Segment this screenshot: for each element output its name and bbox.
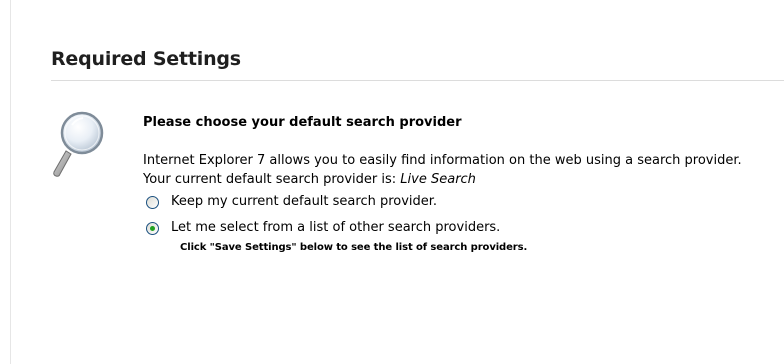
left-divider	[10, 0, 11, 364]
magnifier-icon	[53, 111, 104, 177]
search-provider-description: Internet Explorer 7 allows you to easily…	[143, 153, 742, 168]
top-mark: ˇ	[120, 0, 126, 8]
current-provider-value: Live Search	[400, 172, 476, 187]
current-provider-line: Your current default search provider is:…	[143, 170, 773, 189]
search-provider-panel: Please choose your default search provid…	[143, 113, 773, 255]
keep-current-provider-label[interactable]: Keep my current default search provider.	[171, 194, 437, 210]
keep-current-provider-radio[interactable]	[146, 195, 159, 209]
select-other-provider-option[interactable]: Let me select from a list of other searc…	[146, 215, 773, 241]
select-other-provider-radio[interactable]	[146, 221, 159, 235]
current-provider-prefix: Your current default search provider is:	[143, 172, 401, 187]
search-provider-question: Please choose your default search provid…	[143, 115, 462, 130]
provider-radio-group: Keep my current default search provider.…	[146, 189, 773, 255]
section-title: Required Settings	[51, 48, 241, 70]
select-other-provider-label[interactable]: Let me select from a list of other searc…	[171, 220, 500, 236]
save-settings-hint: Click "Save Settings" below to see the l…	[180, 242, 528, 253]
section-divider	[51, 80, 784, 81]
settings-page: ˇ Required Settings Please choose your d…	[0, 0, 784, 364]
keep-current-provider-option[interactable]: Keep my current default search provider.	[146, 189, 773, 215]
